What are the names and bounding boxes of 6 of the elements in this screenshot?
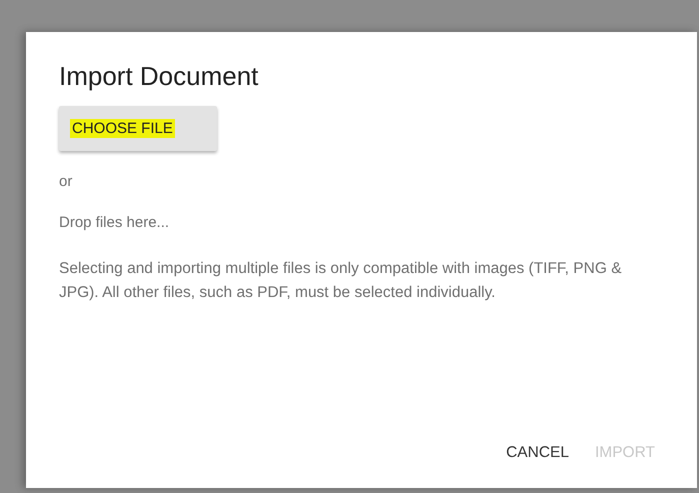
dialog-action-button[interactable]: CANCEL xyxy=(498,438,577,468)
dialog-title: Import Document xyxy=(59,60,258,92)
choose-file-button[interactable]: CHOOSE FILE xyxy=(59,106,217,151)
info-paragraph: Selecting and importing multiple files is only compatible with images (TIFF, PNG & JPG). All other files, such as PDF, must be selected individually. xyxy=(59,259,623,303)
or-text: or xyxy=(59,173,72,190)
drop-hint: Drop files here... xyxy=(59,214,170,231)
